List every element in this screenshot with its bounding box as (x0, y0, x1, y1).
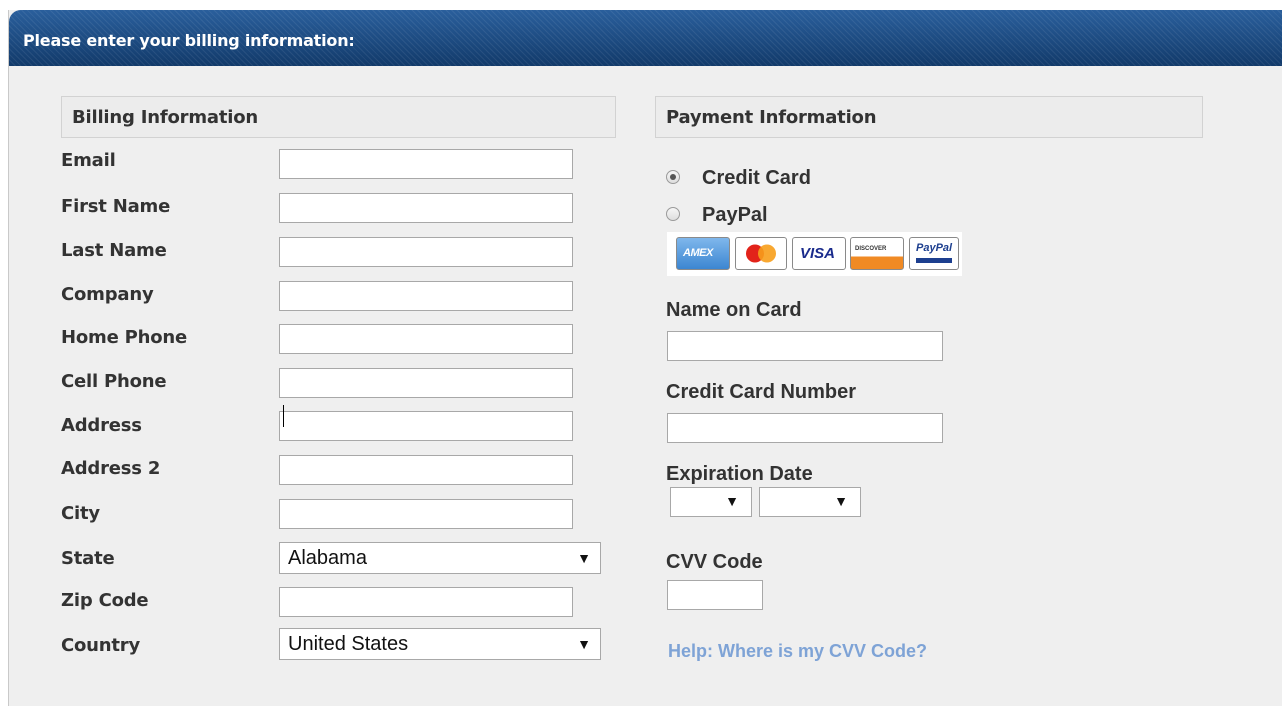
credit-card-radio-label[interactable]: Credit Card (702, 167, 811, 190)
dropdown-arrow-icon: ▼ (577, 636, 591, 652)
cvv-help-link[interactable]: Help: Where is my CVV Code? (668, 641, 927, 662)
country-select[interactable]: United States ▼ (279, 628, 601, 660)
company-field[interactable] (279, 281, 573, 311)
state-label: State (61, 548, 115, 569)
panel-header: Please enter your billing information: (9, 10, 1282, 66)
amex-logo-icon: AMEX (676, 237, 730, 270)
text-caret (283, 405, 284, 427)
country-label: Country (61, 635, 141, 656)
zip-code-label: Zip Code (61, 590, 149, 611)
address-field[interactable] (279, 411, 573, 441)
first-name-label: First Name (61, 196, 171, 217)
card-logos: AMEX VISA DISCOVER PayPal (667, 232, 962, 276)
card-number-field[interactable] (667, 413, 943, 443)
email-label: Email (61, 150, 116, 171)
zip-code-field[interactable] (279, 587, 573, 617)
home-phone-label: Home Phone (61, 327, 188, 348)
cvv-code-label: CVV Code (666, 551, 763, 573)
address-2-field[interactable] (279, 455, 573, 485)
mastercard-logo-icon (735, 237, 787, 270)
email-field[interactable] (279, 149, 573, 179)
payment-section-heading: Payment Information (655, 96, 1203, 138)
expiration-year-select[interactable]: ▼ (759, 487, 861, 517)
discover-logo-icon: DISCOVER (850, 237, 904, 270)
expiration-month-select[interactable]: ▼ (670, 487, 752, 517)
paypal-radio-label[interactable]: PayPal (702, 204, 768, 227)
address-label: Address (61, 415, 142, 436)
state-select-value: Alabama (288, 547, 367, 569)
first-name-field[interactable] (279, 193, 573, 223)
dropdown-arrow-icon: ▼ (725, 493, 739, 509)
card-number-label: Credit Card Number (666, 381, 857, 403)
home-phone-field[interactable] (279, 324, 573, 354)
city-label: City (61, 503, 100, 524)
mastercard-circles-icon (746, 244, 776, 263)
company-label: Company (61, 284, 154, 305)
paypal-bar-icon (916, 258, 952, 263)
visa-logo-icon: VISA (792, 237, 846, 270)
expiration-date-label: Expiration Date (666, 463, 813, 485)
name-on-card-field[interactable] (667, 331, 943, 361)
last-name-label: Last Name (61, 240, 167, 261)
state-select[interactable]: Alabama ▼ (279, 542, 601, 574)
city-field[interactable] (279, 499, 573, 529)
cell-phone-field[interactable] (279, 368, 573, 398)
cell-phone-label: Cell Phone (61, 371, 167, 392)
panel-title: Please enter your billing information: (23, 31, 355, 50)
last-name-field[interactable] (279, 237, 573, 267)
paypal-logo-icon: PayPal (909, 237, 959, 270)
country-select-value: United States (288, 633, 409, 655)
credit-card-radio[interactable] (666, 170, 680, 184)
address-2-label: Address 2 (61, 458, 161, 479)
cvv-code-field[interactable] (667, 580, 763, 610)
billing-section-heading: Billing Information (61, 96, 616, 138)
paypal-radio[interactable] (666, 207, 680, 221)
dropdown-arrow-icon: ▼ (834, 493, 848, 509)
dropdown-arrow-icon: ▼ (577, 550, 591, 566)
name-on-card-label: Name on Card (666, 299, 802, 321)
